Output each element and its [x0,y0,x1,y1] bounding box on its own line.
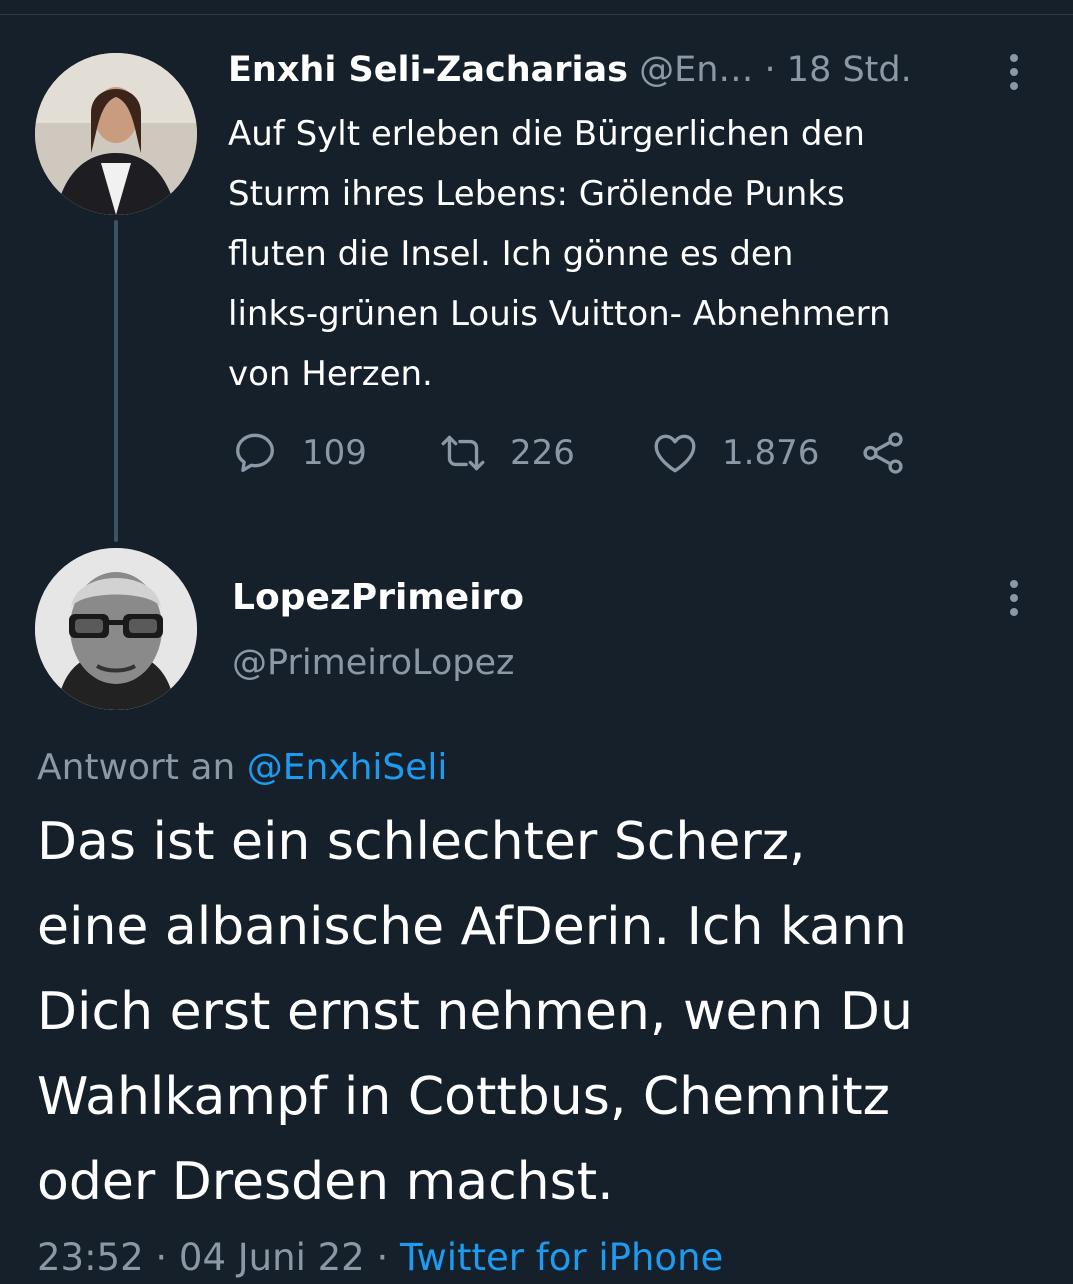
avatar[interactable] [35,53,197,215]
mention-link[interactable]: @EnxhiSeli [247,747,448,788]
retweet-count: 226 [510,433,575,473]
tweet-text-line: Wahlkampf in Cottbus, Chemnitz [37,1067,890,1127]
retweet-button[interactable]: 226 [438,428,575,478]
tweet-text-line: Das ist ein schlechter Scherz, [37,812,806,872]
reply-button[interactable]: 109 [230,428,367,478]
more-icon[interactable] [1008,54,1020,96]
tweet-text-line: links-grünen Louis Vuitton- Abnehmern [228,294,891,334]
like-icon [654,434,696,473]
timestamp[interactable]: 23:52 · 04 Juni 22 · [37,1236,388,1279]
source-link[interactable]: Twitter for iPhone [400,1236,723,1279]
tweet-text-line: oder Dresden machst. [37,1152,614,1212]
reply-icon [236,433,274,472]
retweet-icon [441,435,485,471]
tweet-text-line: Sturm ihres Lebens: Grölende Punks [228,174,845,214]
share-icon [863,432,903,474]
tweet-text-line: Auf Sylt erleben die Bürgerlichen den [228,114,865,154]
more-icon[interactable] [1008,580,1020,622]
tweet-text: Auf Sylt erleben die Bürgerlichen den St… [228,104,1048,404]
handle[interactable]: @En… [639,50,753,90]
handle[interactable]: @PrimeiroLopez [232,638,514,688]
reply-count: 109 [302,433,367,473]
tweet-text: Das ist ein schlechter Scherz, eine alba… [37,800,1057,1225]
tweet-text-line: Dich erst ernst nehmen, wenn Du [37,982,913,1042]
tweet-text-line: eine albanische AfDerin. Ich kann [37,897,907,957]
like-button[interactable]: 1.876 [650,428,819,478]
tweet-meta: 23:52 · 04 Juni 22 · Twitter for iPhone [37,1232,723,1284]
tweet-text-line: fluten die Insel. Ich gönne es den [228,234,794,274]
tweet-actions: 109 226 1.876 [0,428,1073,480]
display-name[interactable]: LopezPrimeiro [232,573,524,623]
thread-line [114,220,118,542]
timestamp[interactable]: · 18 Std. [765,50,912,90]
share-button[interactable] [858,428,908,478]
tweet-header: Enxhi Seli-Zacharias @En… · 18 Std. [228,46,912,94]
like-count: 1.876 [722,433,820,473]
reply-context: Antwort an @EnxhiSeli [37,743,447,793]
avatar[interactable] [35,548,197,710]
top-divider [0,14,1073,15]
display-name[interactable]: Enxhi Seli-Zacharias [228,50,628,90]
reply-prefix: Antwort an [37,747,236,788]
tweet-text-line: von Herzen. [228,354,433,394]
